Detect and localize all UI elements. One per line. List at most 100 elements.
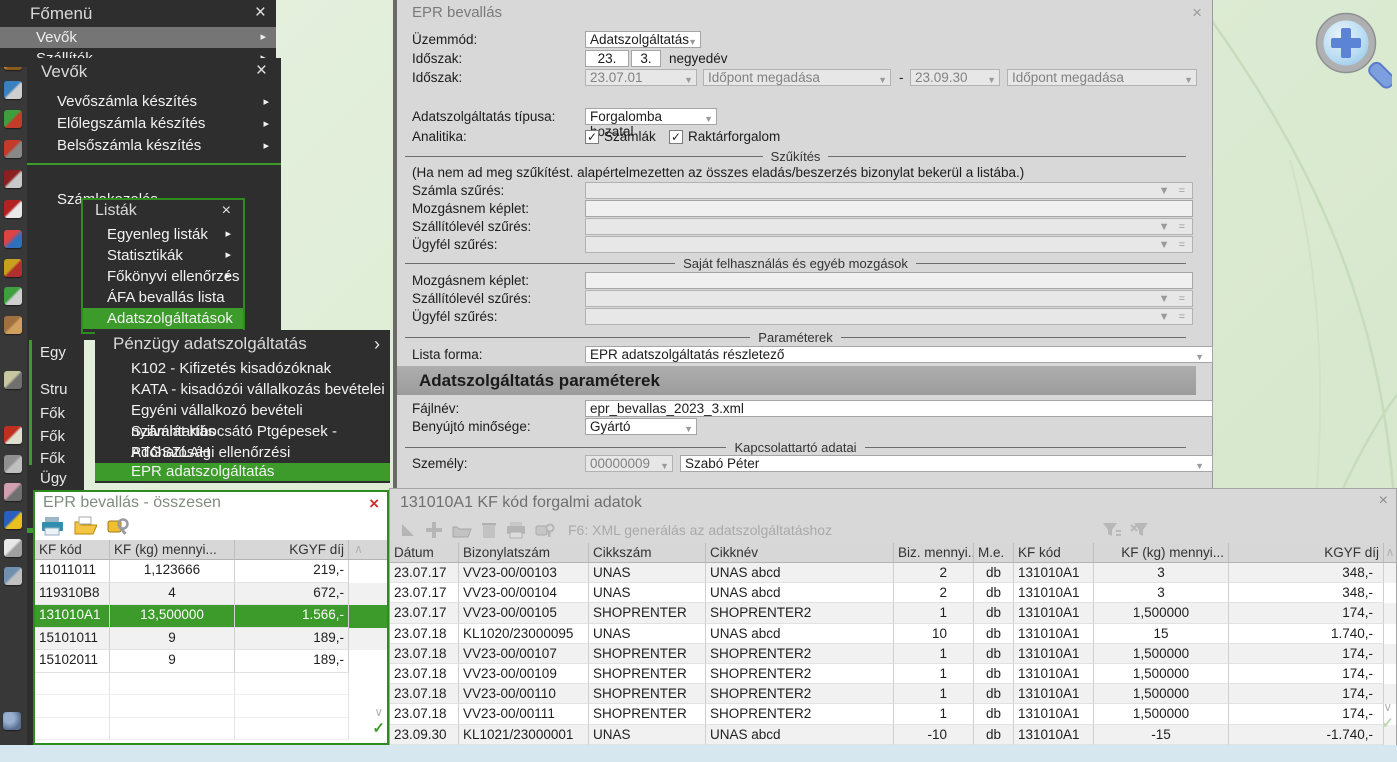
- raktarforgalom-checkbox[interactable]: ✓ Raktárforgalom: [669, 129, 780, 144]
- ugyfel-input[interactable]: ▼ =: [585, 236, 1193, 253]
- analysis-icon[interactable]: [4, 259, 22, 277]
- menu-item[interactable]: Vevőszámla készítés ▸: [27, 91, 281, 113]
- lista-forma-select[interactable]: EPR adatszolgáltatás részletező ▼: [585, 346, 1213, 363]
- stock-icon[interactable]: [4, 316, 22, 334]
- fajlnev-input[interactable]: epr_bevallas_2023_3.xml: [585, 400, 1213, 417]
- table-row[interactable]: 23.09.30 KL1021/23000001 UNAS UNAS abcd …: [390, 725, 1396, 745]
- table-row[interactable]: 23.07.17 VV23-00/00105 SHOPRENTER SHOPRE…: [390, 603, 1396, 623]
- scroll-up-icon[interactable]: ∧: [349, 540, 368, 559]
- mozgasnem-input[interactable]: [585, 200, 1193, 217]
- szamla-szures-input[interactable]: ▼ =: [585, 182, 1193, 199]
- menu-item[interactable]: Egyéni vállalkozó bevételi nyilvántartás: [95, 400, 390, 421]
- ugyfel2-input[interactable]: ▼ =: [585, 308, 1193, 325]
- szemely-name-select[interactable]: Szabó Péter ▼: [680, 455, 1213, 472]
- menu-item-vevok[interactable]: Vevők ▸: [0, 27, 276, 48]
- close-icon[interactable]: ×: [369, 494, 379, 514]
- register-icon[interactable]: [4, 371, 22, 389]
- gears-icon[interactable]: [3, 712, 21, 730]
- dropdown-filter-icons[interactable]: ▼ =: [1159, 310, 1188, 325]
- szemely-code-select[interactable]: 00000009 ▼: [585, 455, 673, 472]
- statistics-icon[interactable]: [4, 230, 22, 248]
- print-icon[interactable]: [506, 521, 526, 539]
- column-header[interactable]: KF (kg) mennyi...: [1094, 543, 1229, 562]
- column-header[interactable]: KF (kg) mennyi...: [110, 540, 235, 559]
- column-header[interactable]: KGYF díj: [1229, 543, 1384, 562]
- szallitolevel-input[interactable]: ▼ =: [585, 218, 1193, 235]
- pricing-icon[interactable]: [4, 110, 22, 128]
- tools-icon[interactable]: [4, 567, 22, 585]
- partner-icon[interactable]: [4, 483, 22, 501]
- menu-item[interactable]: Számlát kibocsátó Ptgépesek - PTGSZLAH: [95, 421, 390, 442]
- table-row[interactable]: 15102011 9 189,-: [35, 650, 387, 673]
- table-row[interactable]: 23.07.18 VV23-00/00107 SHOPRENTER SHOPRE…: [390, 644, 1396, 664]
- menu-item[interactable]: Adatszolgáltatások: [83, 308, 243, 329]
- idoszak-year-input[interactable]: 23.: [585, 50, 629, 67]
- orders-icon[interactable]: [4, 140, 22, 158]
- close-icon[interactable]: ×: [256, 60, 267, 82]
- date-to-mode-select[interactable]: Időpont megadása ▼: [1007, 69, 1197, 86]
- add-icon[interactable]: [425, 521, 443, 539]
- menu-item[interactable]: EPR adatszolgáltatás: [95, 463, 390, 481]
- inventory-icon[interactable]: [4, 170, 22, 188]
- menu-item[interactable]: Főkönyvi ellenőrzés ▸: [83, 266, 243, 287]
- menu-item[interactable]: Adóhatósági ellenőrzési adatszolgáltatás: [95, 442, 390, 463]
- column-header[interactable]: Cikkszám: [589, 543, 706, 562]
- table-row[interactable]: 131010A1 13,500000 1.566,-: [35, 605, 387, 628]
- szamlak-checkbox[interactable]: ✓ Számlák: [585, 129, 656, 144]
- table-row[interactable]: 23.07.18 VV23-00/00109 SHOPRENTER SHOPRE…: [390, 664, 1396, 684]
- confirm-check-icon[interactable]: ✓: [372, 719, 385, 737]
- summary-table-header[interactable]: KF kód KF (kg) mennyi... KGYF díj ∧: [35, 540, 387, 560]
- collapse-triangle-icon[interactable]: [400, 522, 416, 538]
- date-to-select[interactable]: 23.09.30 ▼: [910, 69, 1000, 86]
- date-from-mode-select[interactable]: Időpont megadása ▼: [703, 69, 891, 86]
- ledger-icon[interactable]: [4, 200, 22, 218]
- column-header[interactable]: Dátum: [390, 543, 459, 562]
- employee-icon[interactable]: [4, 455, 22, 473]
- open-folder-icon[interactable]: [452, 521, 472, 539]
- close-icon[interactable]: ×: [222, 202, 231, 220]
- column-header[interactable]: KF kód: [35, 540, 110, 559]
- filter-clear-icon[interactable]: [1130, 521, 1150, 539]
- property-icon[interactable]: [4, 426, 22, 444]
- trash-icon[interactable]: [481, 521, 497, 539]
- scroll-down-icon[interactable]: ∨: [374, 705, 383, 719]
- logistics-icon[interactable]: [4, 511, 22, 529]
- szallitolevel2-input[interactable]: ▼ =: [585, 290, 1193, 307]
- table-row[interactable]: 15101011 9 189,-: [35, 628, 387, 651]
- column-header[interactable]: Bizonylatszám: [459, 543, 589, 562]
- table-row[interactable]: 23.07.18 VV23-00/00110 SHOPRENTER SHOPRE…: [390, 684, 1396, 704]
- menu-item[interactable]: K102 - Kifizetés kisadózóknak: [95, 358, 390, 379]
- column-header[interactable]: Cikknév: [706, 543, 894, 562]
- scroll-down-icon[interactable]: ∨: [1383, 700, 1392, 714]
- table-row[interactable]: 23.07.17 VV23-00/00104 UNAS UNAS abcd 2 …: [390, 583, 1396, 603]
- filter-icon[interactable]: [1101, 521, 1121, 539]
- dropdown-filter-icons[interactable]: ▼ =: [1159, 238, 1188, 253]
- menu-item[interactable]: ÁFA bevallás lista: [83, 287, 243, 308]
- dropdown-filter-icons[interactable]: ▼ =: [1159, 220, 1188, 235]
- menu-item[interactable]: Egyenleg listák ▸: [83, 224, 243, 245]
- benyujto-select[interactable]: Gyártó ▼: [585, 418, 697, 435]
- documents-icon[interactable]: [4, 539, 22, 557]
- table-row[interactable]: 23.07.17 VV23-00/00103 UNAS UNAS abcd 2 …: [390, 563, 1396, 583]
- detail-table-header[interactable]: Dátum Bizonylatszám Cikkszám Cikknév Biz…: [390, 543, 1396, 563]
- close-icon[interactable]: ×: [255, 2, 266, 24]
- dropdown-filter-icons[interactable]: ▼ =: [1159, 184, 1188, 199]
- table-row[interactable]: 23.07.18 KL1020/23000095 UNAS UNAS abcd …: [390, 624, 1396, 644]
- uzemmod-select[interactable]: Adatszolgáltatás ▼: [585, 31, 701, 48]
- table-row[interactable]: 23.07.18 VV23-00/00111 SHOPRENTER SHOPRE…: [390, 704, 1396, 724]
- cash-icon[interactable]: [4, 287, 22, 305]
- print-icon[interactable]: [41, 515, 64, 537]
- scroll-up-icon[interactable]: ∧: [1384, 543, 1396, 562]
- close-icon[interactable]: ×: [1379, 492, 1388, 510]
- column-header[interactable]: KGYF díj: [235, 540, 349, 559]
- idoszak-quarter-input[interactable]: 3.: [631, 50, 661, 67]
- mozgasnem2-input[interactable]: [585, 272, 1193, 289]
- column-header[interactable]: M.e.: [974, 543, 1014, 562]
- column-header[interactable]: KF kód: [1014, 543, 1094, 562]
- key-icon[interactable]: [106, 515, 130, 537]
- close-icon[interactable]: ×: [1192, 3, 1202, 23]
- tipus-select[interactable]: Forgalomba hozatal ▼: [585, 108, 717, 125]
- dropdown-filter-icons[interactable]: ▼ =: [1159, 292, 1188, 307]
- menu-item[interactable]: Előlegszámla készítés ▸: [27, 113, 281, 135]
- products-icon[interactable]: [4, 81, 22, 99]
